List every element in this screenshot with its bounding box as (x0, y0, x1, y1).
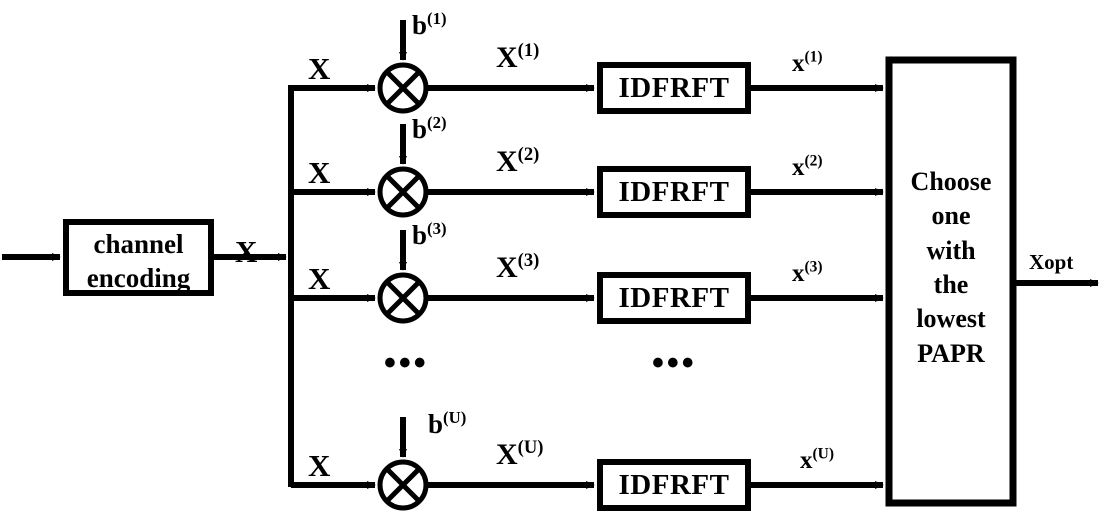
row3-phase-base: b (412, 220, 428, 250)
row1-freq-label: X(1) (496, 40, 540, 74)
ellipsis-right: ••• (652, 344, 697, 382)
rowU-time-sup: (U) (812, 445, 835, 463)
row2-phase-base: b (412, 114, 428, 144)
row2-freq-label: X(2) (496, 144, 540, 178)
rowU-phase-label: b(U) (428, 408, 467, 439)
row3-time-label: x(3) (792, 258, 823, 287)
row1-freq-sup: (1) (517, 40, 540, 61)
chooser-line-4: the (933, 269, 969, 299)
chooser-line-2: one (931, 201, 971, 231)
chooser-label: Choose one with the lowest PAPR (889, 165, 1013, 371)
row2-time-label: x(2) (792, 152, 823, 181)
row1-phase-sup: (1) (427, 9, 447, 28)
row2-freq-sup: (2) (517, 144, 540, 165)
rowU-time-label: x(U) (800, 445, 835, 474)
output-label: Xopt (1029, 252, 1073, 273)
row1-phase-label: b(1) (412, 9, 447, 40)
row3-time-sup: (3) (804, 258, 823, 276)
row3-freq-base: X (496, 251, 518, 284)
row2-freq-base: X (496, 145, 518, 178)
channel-encoding-label: channel encoding (66, 228, 211, 296)
rowU-freq-sup: (U) (517, 437, 544, 458)
chooser-line-1: Choose (910, 167, 992, 196)
bus-label: X (235, 234, 258, 269)
row3-phase-label: b(3) (412, 219, 447, 250)
row1-time-label: x(1) (792, 48, 823, 77)
chooser-line-6: PAPR (917, 338, 985, 368)
row2-branch-label: X (308, 155, 331, 190)
row1-branch-label: X (308, 51, 331, 86)
row2-phase-sup: (2) (427, 113, 447, 132)
row3-idfrft-label: IDFRFT (618, 282, 730, 314)
diagram-canvas: channel encoding X X X X X b(1) b(2) b(3… (0, 0, 1107, 518)
row2-phase-label: b(2) (412, 113, 447, 144)
rowU-phase-base: b (428, 409, 444, 439)
row1-time-sup: (1) (804, 48, 823, 66)
output-label-base: X (1029, 250, 1045, 274)
output-label-sub: opt (1044, 250, 1074, 274)
ellipsis-left: ••• (384, 344, 429, 382)
row3-freq-sup: (3) (517, 250, 540, 271)
channel-encoding-line2: encoding (86, 262, 191, 293)
row3-time-base: x (792, 260, 805, 287)
row1-time-base: x (792, 50, 805, 77)
chooser-line-5: lowest (916, 304, 986, 334)
row2-idfrft-label: IDFRFT (618, 176, 730, 208)
rowU-phase-sup: (U) (443, 408, 467, 427)
rowU-branch-label: X (308, 448, 331, 483)
row1-idfrft-label: IDFRFT (618, 72, 730, 104)
row1-phase-base: b (412, 10, 428, 40)
rowU-time-base: x (800, 447, 813, 474)
row1-freq-base: X (496, 41, 518, 74)
row3-branch-label: X (308, 261, 331, 296)
channel-encoding-line1: channel (93, 229, 184, 259)
row3-freq-label: X(3) (496, 250, 540, 284)
row2-time-sup: (2) (804, 152, 823, 170)
rowU-freq-label: X(U) (496, 437, 544, 471)
rowU-freq-base: X (496, 438, 518, 471)
chooser-line-3: with (926, 235, 976, 265)
rowU-idfrft-label: IDFRFT (618, 469, 730, 501)
row3-phase-sup: (3) (427, 219, 447, 238)
row2-time-base: x (792, 154, 805, 181)
